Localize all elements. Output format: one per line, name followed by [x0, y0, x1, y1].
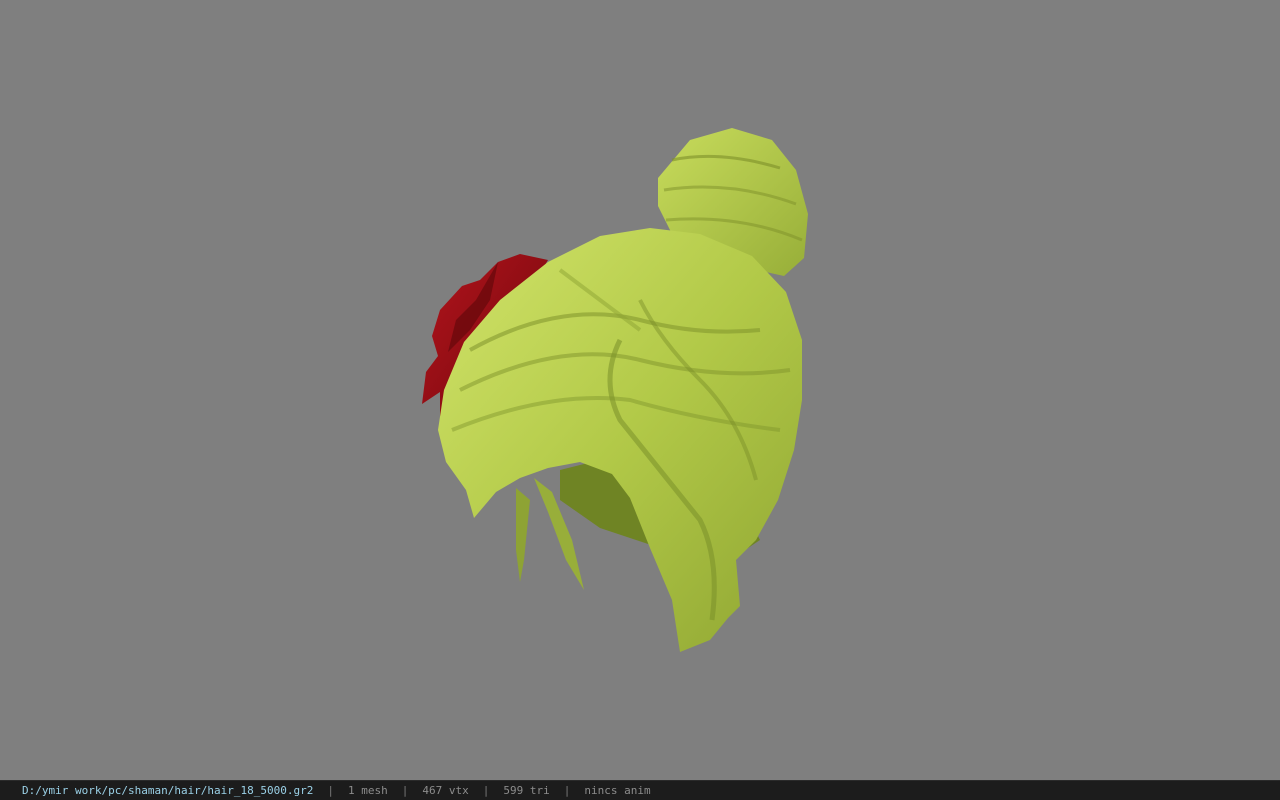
- 3d-viewport[interactable]: [0, 0, 1280, 780]
- mesh-count: 1 mesh: [348, 784, 388, 797]
- vertex-count: 467 vtx: [422, 784, 469, 797]
- file-path: D:/ymir work/pc/shaman/hair/hair_18_5000…: [22, 784, 314, 797]
- hair-model-icon[interactable]: [0, 0, 1280, 780]
- separator: |: [327, 784, 335, 797]
- separator: |: [401, 784, 409, 797]
- separator: |: [563, 784, 571, 797]
- status-bar: D:/ymir work/pc/shaman/hair/hair_18_5000…: [0, 780, 1280, 800]
- separator: |: [482, 784, 490, 797]
- animation-status: nincs anim: [584, 784, 651, 797]
- triangle-count: 599 tri: [503, 784, 550, 797]
